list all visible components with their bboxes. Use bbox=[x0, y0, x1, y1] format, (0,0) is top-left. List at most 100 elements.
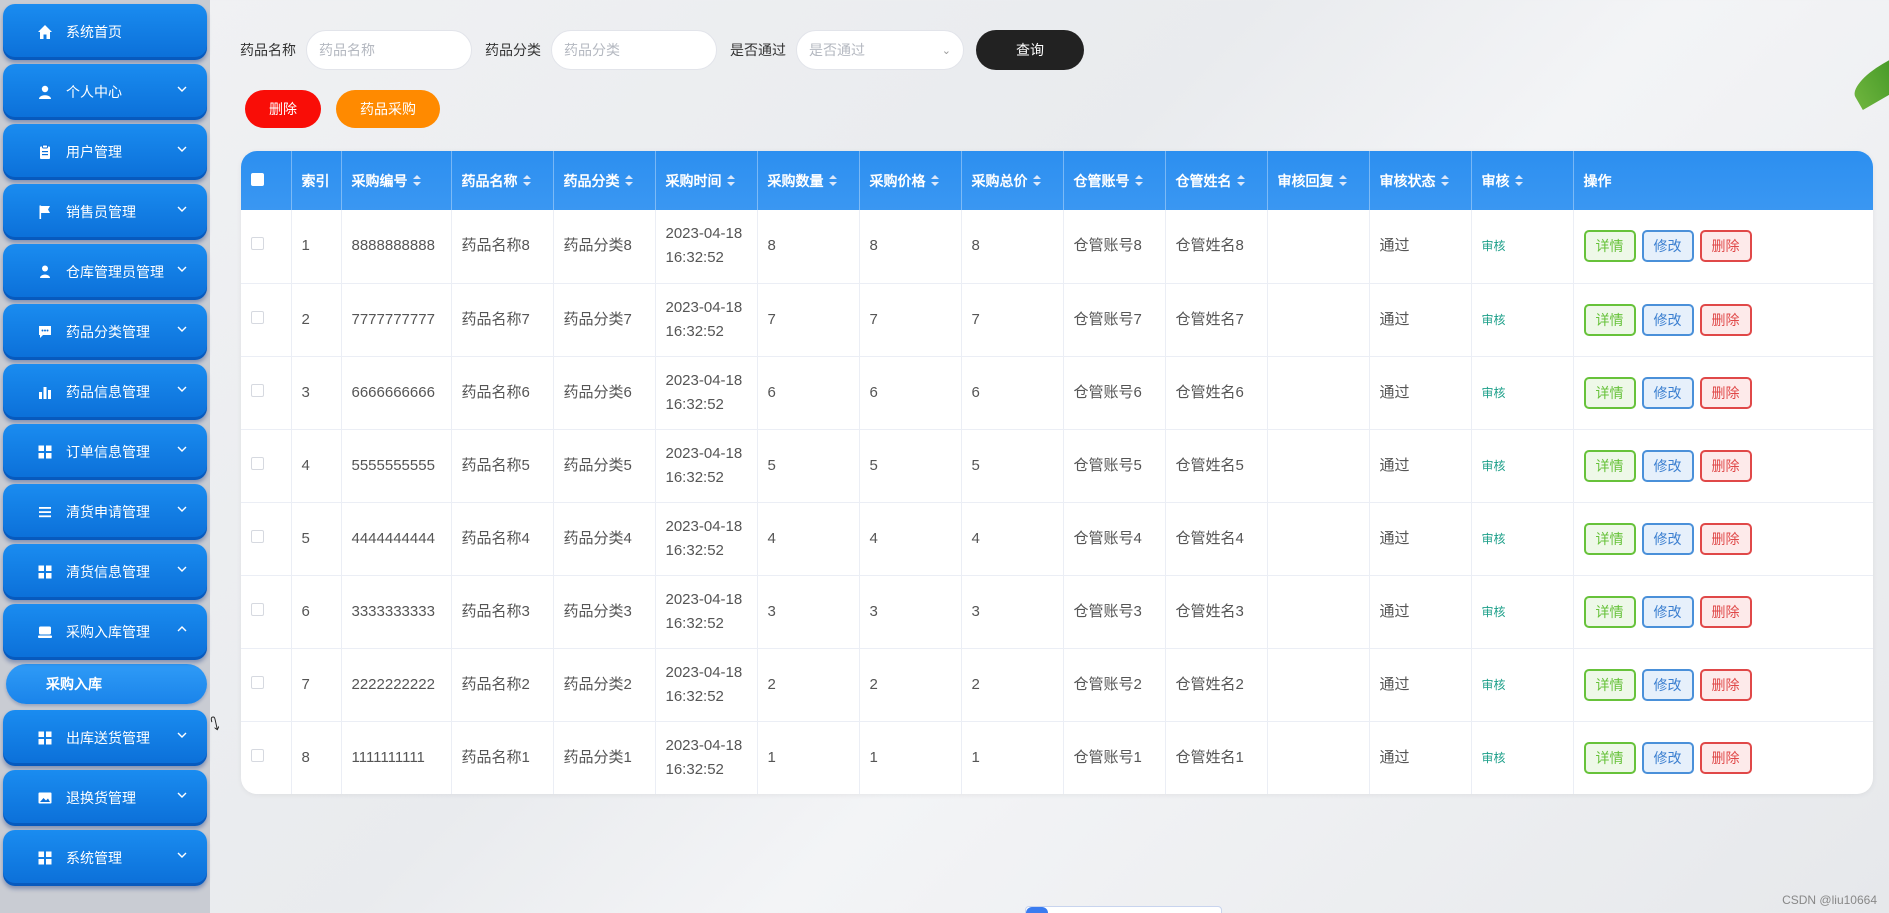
sort-icon[interactable] bbox=[1514, 174, 1523, 188]
edit-button[interactable]: 修改 bbox=[1641, 668, 1694, 701]
sort-icon[interactable] bbox=[1338, 174, 1347, 188]
sidebar-item-13[interactable]: 系统管理 bbox=[3, 830, 207, 886]
delete-button[interactable]: 删除 bbox=[1699, 668, 1752, 701]
column-header[interactable]: 仓管账号 bbox=[1063, 151, 1166, 210]
submenu-item-purchase-in[interactable]: 采购入库 bbox=[6, 664, 207, 704]
drug-name-input[interactable] bbox=[306, 30, 472, 70]
delete-button[interactable]: 删除 bbox=[1699, 376, 1752, 409]
detail-button[interactable]: 详情 bbox=[1583, 449, 1636, 482]
column-header[interactable]: 采购价格 bbox=[859, 151, 962, 210]
row-checkbox[interactable] bbox=[251, 310, 264, 324]
sort-icon[interactable] bbox=[726, 174, 735, 188]
column-header[interactable]: 采购时间 bbox=[655, 151, 758, 210]
drug-category-input[interactable] bbox=[551, 30, 717, 70]
delete-button[interactable]: 删除 bbox=[1699, 595, 1752, 628]
delete-button[interactable]: 删除 bbox=[1699, 741, 1752, 774]
row-checkbox[interactable] bbox=[251, 456, 264, 470]
column-header[interactable]: 仓管姓名 bbox=[1165, 151, 1268, 210]
sidebar-item-5[interactable]: 药品分类管理 bbox=[3, 304, 207, 360]
column-header[interactable]: 药品分类 bbox=[553, 151, 656, 210]
column-header[interactable]: 审核 bbox=[1471, 151, 1574, 210]
sort-icon[interactable] bbox=[828, 174, 837, 188]
column-header[interactable]: 审核回复 bbox=[1267, 151, 1370, 210]
row-select-cell[interactable] bbox=[241, 356, 292, 429]
sidebar-item-9[interactable]: 清货信息管理 bbox=[3, 544, 207, 600]
column-header[interactable]: 索引 bbox=[291, 151, 342, 210]
row-checkbox[interactable] bbox=[251, 675, 264, 689]
row-select-cell[interactable] bbox=[241, 429, 292, 502]
audit-link[interactable]: 审核 bbox=[1482, 751, 1506, 765]
row-checkbox[interactable] bbox=[251, 602, 264, 616]
select-all-header[interactable] bbox=[241, 151, 292, 210]
edit-button[interactable]: 修改 bbox=[1641, 522, 1694, 555]
row-select-cell[interactable] bbox=[241, 721, 292, 794]
edit-button[interactable]: 修改 bbox=[1641, 449, 1694, 482]
audit-link[interactable]: 审核 bbox=[1482, 678, 1506, 692]
detail-button[interactable]: 详情 bbox=[1583, 303, 1636, 336]
audit-link[interactable]: 审核 bbox=[1482, 239, 1506, 253]
sort-icon[interactable] bbox=[624, 174, 633, 188]
sidebar-item-4[interactable]: 仓库管理员管理 bbox=[3, 244, 207, 300]
sidebar-item-0[interactable]: 系统首页 bbox=[3, 4, 207, 60]
sort-icon[interactable] bbox=[522, 174, 531, 188]
delete-button[interactable]: 删除 bbox=[1699, 522, 1752, 555]
sidebar-item-1[interactable]: 个人中心 bbox=[3, 64, 207, 120]
sort-icon[interactable] bbox=[412, 174, 421, 188]
sidebar-item-2[interactable]: 用户管理 bbox=[3, 124, 207, 180]
sort-icon[interactable] bbox=[930, 174, 939, 188]
pagination[interactable] bbox=[1025, 906, 1222, 913]
detail-button[interactable]: 详情 bbox=[1583, 741, 1636, 774]
column-header[interactable]: 采购编号 bbox=[341, 151, 452, 210]
column-header[interactable]: 采购数量 bbox=[757, 151, 860, 210]
detail-button[interactable]: 详情 bbox=[1583, 595, 1636, 628]
row-select-cell[interactable] bbox=[241, 648, 292, 721]
audit-link[interactable]: 审核 bbox=[1482, 532, 1506, 546]
detail-button[interactable]: 详情 bbox=[1583, 376, 1636, 409]
sort-icon[interactable] bbox=[1134, 174, 1143, 188]
audit-link[interactable]: 审核 bbox=[1482, 386, 1506, 400]
column-header[interactable]: 药品名称 bbox=[451, 151, 554, 210]
pass-select[interactable]: 是否通过 ⌄ bbox=[796, 30, 964, 70]
batch-delete-button[interactable]: 删除 bbox=[245, 90, 321, 128]
drug-purchase-button[interactable]: 药品采购 bbox=[336, 90, 440, 128]
sidebar-item-12[interactable]: 退换货管理 bbox=[3, 770, 207, 826]
delete-button[interactable]: 删除 bbox=[1699, 303, 1752, 336]
row-checkbox[interactable] bbox=[251, 383, 264, 397]
sidebar-item-10[interactable]: 采购入库管理 bbox=[3, 604, 207, 660]
detail-button[interactable]: 详情 bbox=[1583, 522, 1636, 555]
pagination-active[interactable] bbox=[1026, 907, 1048, 913]
select-all-checkbox[interactable] bbox=[251, 172, 264, 186]
column-header[interactable]: 操作 bbox=[1573, 151, 1873, 210]
delete-button[interactable]: 删除 bbox=[1699, 230, 1752, 263]
edit-button[interactable]: 修改 bbox=[1641, 595, 1694, 628]
row-select-cell[interactable] bbox=[241, 575, 292, 648]
sidebar-item-8[interactable]: 清货申请管理 bbox=[3, 484, 207, 540]
column-header[interactable]: 采购总价 bbox=[961, 151, 1064, 210]
sort-icon[interactable] bbox=[1440, 174, 1449, 188]
delete-button[interactable]: 删除 bbox=[1699, 449, 1752, 482]
sort-icon[interactable] bbox=[1236, 174, 1245, 188]
row-select-cell[interactable] bbox=[241, 210, 292, 283]
audit-link[interactable]: 审核 bbox=[1482, 313, 1506, 327]
cell-category: 药品分类5 bbox=[553, 429, 656, 502]
row-checkbox[interactable] bbox=[251, 237, 264, 251]
edit-button[interactable]: 修改 bbox=[1641, 376, 1694, 409]
detail-button[interactable]: 详情 bbox=[1583, 668, 1636, 701]
row-select-cell[interactable] bbox=[241, 283, 292, 356]
sidebar-item-3[interactable]: 销售员管理 bbox=[3, 184, 207, 240]
query-button[interactable]: 查询 bbox=[976, 30, 1084, 70]
sidebar-item-11[interactable]: 出库送货管理 bbox=[3, 710, 207, 766]
row-checkbox[interactable] bbox=[251, 748, 264, 762]
edit-button[interactable]: 修改 bbox=[1641, 303, 1694, 336]
row-select-cell[interactable] bbox=[241, 502, 292, 575]
row-checkbox[interactable] bbox=[251, 529, 264, 543]
sidebar-item-6[interactable]: 药品信息管理 bbox=[3, 364, 207, 420]
sort-icon[interactable] bbox=[1032, 174, 1041, 188]
edit-button[interactable]: 修改 bbox=[1641, 741, 1694, 774]
column-header[interactable]: 审核状态 bbox=[1369, 151, 1472, 210]
audit-link[interactable]: 审核 bbox=[1482, 459, 1506, 473]
sidebar-item-7[interactable]: 订单信息管理 bbox=[3, 424, 207, 480]
edit-button[interactable]: 修改 bbox=[1641, 230, 1694, 263]
detail-button[interactable]: 详情 bbox=[1583, 230, 1636, 263]
audit-link[interactable]: 审核 bbox=[1482, 605, 1506, 619]
